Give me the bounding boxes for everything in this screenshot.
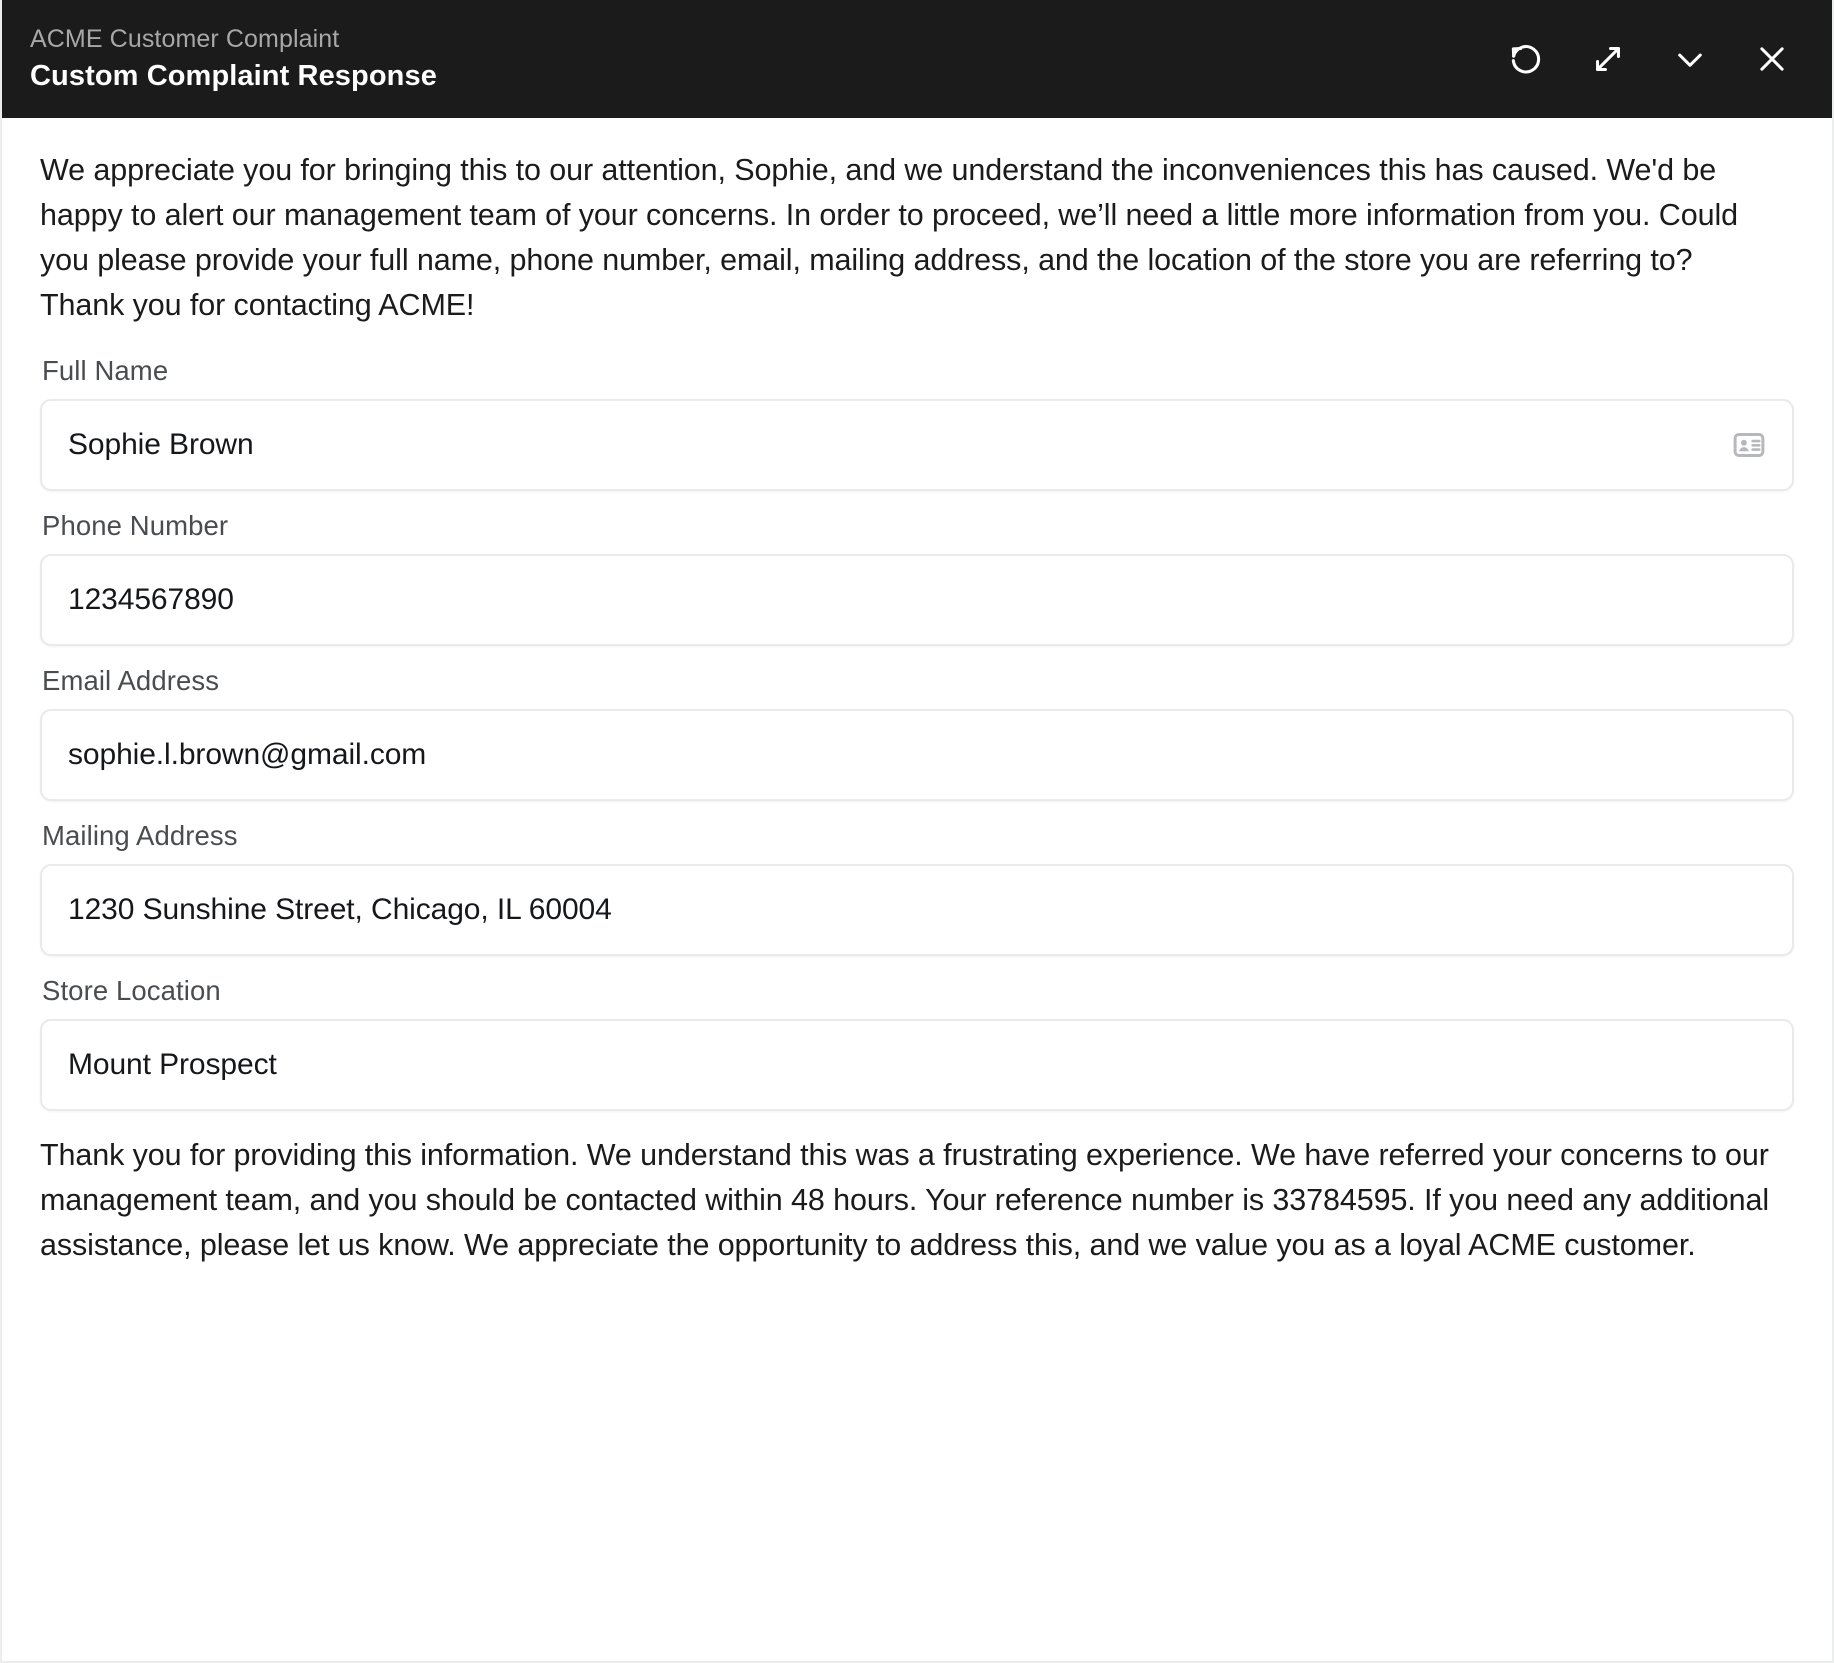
expand-button[interactable]	[1584, 35, 1632, 83]
complaint-response-window: ACME Customer Complaint Custom Complaint…	[0, 0, 1834, 1663]
chevron-down-icon	[1671, 40, 1709, 78]
closing-paragraph: Thank you for providing this information…	[40, 1133, 1780, 1268]
field-phone-number: Phone Number 1234567890	[40, 509, 1794, 646]
email-address-value[interactable]: sophie.l.brown@gmail.com	[42, 738, 1792, 772]
restart-icon	[1507, 40, 1545, 78]
intro-paragraph: We appreciate you for bringing this to o…	[40, 148, 1765, 328]
window-eyebrow: ACME Customer Complaint	[30, 25, 437, 54]
mailing-address-label: Mailing Address	[42, 819, 1794, 853]
response-content: We appreciate you for bringing this to o…	[2, 118, 1832, 1268]
full-name-label: Full Name	[42, 354, 1794, 388]
titlebar-text-block: ACME Customer Complaint Custom Complaint…	[30, 25, 437, 93]
close-icon	[1753, 40, 1791, 78]
field-store-location: Store Location Mount Prospect	[40, 974, 1794, 1111]
collapse-button[interactable]	[1666, 35, 1714, 83]
field-full-name: Full Name Sophie Brown	[40, 354, 1794, 491]
store-location-input[interactable]: Mount Prospect	[40, 1019, 1794, 1111]
store-location-label: Store Location	[42, 974, 1794, 1008]
restart-button[interactable]	[1502, 35, 1550, 83]
phone-number-label: Phone Number	[42, 509, 1794, 543]
full-name-value[interactable]: Sophie Brown	[42, 428, 1718, 462]
mailing-address-input[interactable]: 1230 Sunshine Street, Chicago, IL 60004	[40, 864, 1794, 956]
page-title: Custom Complaint Response	[30, 60, 437, 93]
close-button[interactable]	[1748, 35, 1796, 83]
titlebar-actions	[1502, 35, 1800, 83]
window-titlebar: ACME Customer Complaint Custom Complaint…	[0, 0, 1834, 118]
phone-number-value[interactable]: 1234567890	[42, 583, 1792, 617]
phone-number-input[interactable]: 1234567890	[40, 554, 1794, 646]
contact-card-icon[interactable]	[1718, 414, 1780, 476]
field-email-address: Email Address sophie.l.brown@gmail.com	[40, 664, 1794, 801]
expand-icon	[1589, 40, 1627, 78]
email-address-label: Email Address	[42, 664, 1794, 698]
email-address-input[interactable]: sophie.l.brown@gmail.com	[40, 709, 1794, 801]
field-mailing-address: Mailing Address 1230 Sunshine Street, Ch…	[40, 819, 1794, 956]
mailing-address-value[interactable]: 1230 Sunshine Street, Chicago, IL 60004	[42, 893, 1792, 927]
store-location-value[interactable]: Mount Prospect	[42, 1048, 1792, 1082]
full-name-input[interactable]: Sophie Brown	[40, 399, 1794, 491]
